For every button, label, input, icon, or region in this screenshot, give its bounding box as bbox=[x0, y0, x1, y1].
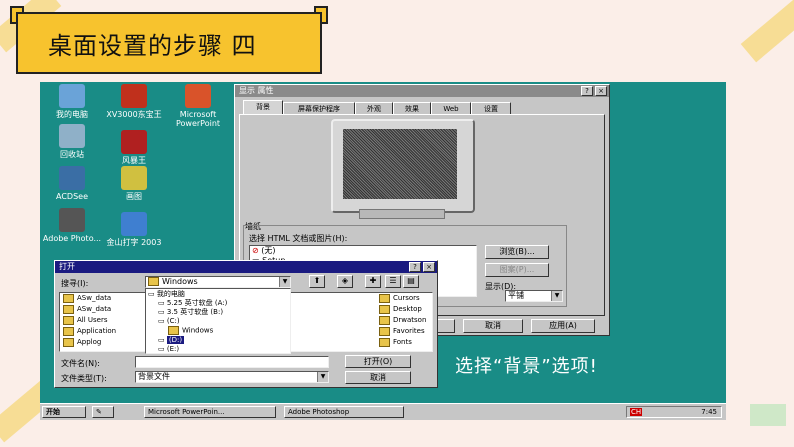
task-powerpoint[interactable]: Microsoft PowerPoin... bbox=[144, 406, 276, 418]
chevron-down-icon: ▼ bbox=[279, 277, 290, 287]
xv3000-icon[interactable]: XV3000东宝王 bbox=[104, 84, 164, 119]
right-file-column: Cursors Desktop Drwatson Favorites Fonts bbox=[379, 293, 426, 348]
folder-icon bbox=[148, 277, 159, 286]
tree-item[interactable]: ▭ (E:) bbox=[148, 345, 288, 354]
tab-web[interactable]: Web bbox=[431, 102, 471, 114]
decorative-tape bbox=[740, 0, 794, 63]
apply-button[interactable]: 应用(A) bbox=[531, 319, 595, 333]
ime-indicator[interactable]: CH bbox=[630, 408, 643, 416]
html-select-label: 选择 HTML 文档或图片(H): bbox=[249, 234, 348, 243]
open-button[interactable]: 打开(O) bbox=[345, 355, 411, 368]
details-view-icon[interactable]: ▤ bbox=[403, 275, 419, 288]
list-item[interactable]: ASw_data bbox=[63, 293, 116, 304]
my-computer-icon[interactable]: 我的电脑 bbox=[42, 84, 102, 119]
filename-input[interactable] bbox=[135, 356, 329, 368]
close-button[interactable]: × bbox=[423, 262, 435, 272]
folder-icon bbox=[379, 293, 390, 303]
slide-title: 桌面设置的步骤 四 bbox=[16, 12, 322, 74]
typing-tutor-icon[interactable]: 金山打字 2003 bbox=[104, 212, 164, 247]
desktop-icon[interactable]: ◈ bbox=[337, 275, 353, 288]
tree-item[interactable]: ▭ 3.5 英寸软盘 (B:) bbox=[148, 308, 288, 317]
lookin-dropdown[interactable]: Windows ▼ bbox=[145, 276, 291, 288]
taskbar: 开始 ✎ Microsoft PowerPoin... Adobe Photos… bbox=[40, 403, 726, 420]
list-item[interactable]: Applog bbox=[63, 337, 116, 348]
display-mode-dropdown[interactable]: 平铺 ▼ bbox=[505, 290, 563, 302]
filename-label: 文件名(N): bbox=[61, 359, 100, 368]
system-tray: CH 7:45 bbox=[626, 406, 722, 418]
tree-item[interactable]: ▭ 我的电脑 bbox=[148, 290, 288, 299]
list-item[interactable]: Drwatson bbox=[379, 315, 426, 326]
tab-appearance[interactable]: 外观 bbox=[355, 102, 393, 114]
quick-launch-icon[interactable]: ✎ bbox=[92, 406, 114, 418]
caption-text: 选择“背景”选项! bbox=[455, 356, 598, 377]
tab-settings[interactable]: 设置 bbox=[471, 102, 511, 114]
pattern-button[interactable]: 图案(P)... bbox=[485, 263, 549, 277]
left-file-column: ASw_data ASw_data All Users Application … bbox=[63, 293, 116, 348]
folder-icon bbox=[63, 304, 74, 314]
tree-item[interactable]: ▭ (C:) bbox=[148, 317, 288, 326]
help-button[interactable]: ? bbox=[409, 262, 421, 272]
close-button[interactable]: × bbox=[595, 86, 607, 96]
folder-icon bbox=[63, 315, 74, 325]
list-item[interactable]: Favorites bbox=[379, 326, 426, 337]
clock: 7:45 bbox=[701, 408, 717, 416]
list-item[interactable]: Fonts bbox=[379, 337, 426, 348]
list-item[interactable]: ⊘ (无) bbox=[252, 246, 476, 256]
folder-icon bbox=[63, 293, 74, 303]
up-folder-icon[interactable]: ⬆ bbox=[309, 275, 325, 288]
filetype-label: 文件类型(T): bbox=[61, 374, 107, 383]
start-button[interactable]: 开始 bbox=[42, 406, 86, 418]
list-item[interactable]: Cursors bbox=[379, 293, 426, 304]
cancel-button[interactable]: 取消 bbox=[463, 319, 523, 333]
lookin-label: 搜寻(I): bbox=[61, 279, 89, 288]
folder-icon bbox=[379, 304, 390, 314]
storm-player-icon[interactable]: 风暴王 bbox=[104, 130, 164, 165]
tree-item[interactable]: ▭ 5.25 英寸软盘 (A:) bbox=[148, 299, 288, 308]
folder-icon bbox=[168, 326, 179, 335]
monitor-stand bbox=[359, 209, 445, 219]
recycle-bin-icon[interactable]: 回收站 bbox=[42, 124, 102, 159]
folder-icon bbox=[63, 326, 74, 336]
tree-item-selected[interactable]: ▭ (D:) bbox=[148, 335, 288, 345]
desktop-screenshot: 我的电脑 XV3000东宝王 Microsoft PowerPoint 回收站 … bbox=[40, 82, 726, 420]
tab-effects[interactable]: 效果 bbox=[393, 102, 431, 114]
task-photoshop[interactable]: Adobe Photoshop bbox=[284, 406, 404, 418]
filetype-dropdown[interactable]: 背景文件 ▼ bbox=[135, 371, 329, 383]
chevron-down-icon: ▼ bbox=[551, 291, 562, 301]
cancel-button[interactable]: 取消 bbox=[345, 371, 411, 384]
monitor-preview bbox=[331, 119, 475, 213]
new-folder-icon[interactable]: ✚ bbox=[365, 275, 381, 288]
open-dialog-titlebar: 打开 ? × bbox=[55, 261, 437, 273]
list-item[interactable]: Application bbox=[63, 326, 116, 337]
folder-icon bbox=[379, 326, 390, 336]
monitor-screen bbox=[343, 129, 457, 199]
chevron-down-icon: ▼ bbox=[317, 372, 328, 382]
tab-screensaver[interactable]: 屏幕保护程序 bbox=[283, 102, 355, 114]
folder-icon bbox=[379, 315, 390, 325]
powerpoint-icon[interactable]: Microsoft PowerPoint bbox=[168, 84, 228, 128]
decorative-box bbox=[750, 404, 786, 426]
paint-icon[interactable]: 画图 bbox=[104, 166, 164, 201]
lookin-tree[interactable]: ▭ 我的电脑 ▭ 5.25 英寸软盘 (A:) ▭ 3.5 英寸软盘 (B:) … bbox=[145, 288, 291, 354]
acdsee-icon[interactable]: ACDSee bbox=[42, 166, 102, 201]
photoshop-icon[interactable]: Adobe Photo... bbox=[42, 208, 102, 243]
help-button[interactable]: ? bbox=[581, 86, 593, 96]
list-item[interactable]: All Users bbox=[63, 315, 116, 326]
folder-icon bbox=[379, 337, 390, 347]
list-item[interactable]: ASw_data bbox=[63, 304, 116, 315]
tree-item[interactable]: Windows bbox=[148, 326, 288, 336]
open-file-dialog: 打开 ? × 搜寻(I): Windows ▼ ⬆ ◈ ✚ ☰ ▤ ASw_dat… bbox=[54, 260, 438, 388]
list-view-icon[interactable]: ☰ bbox=[385, 275, 401, 288]
tab-background[interactable]: 背景 bbox=[243, 100, 283, 114]
folder-icon bbox=[63, 337, 74, 347]
display-window-titlebar: 显示 属性 ? × bbox=[235, 85, 609, 97]
browse-button[interactable]: 浏览(B)... bbox=[485, 245, 549, 259]
list-item[interactable]: Desktop bbox=[379, 304, 426, 315]
